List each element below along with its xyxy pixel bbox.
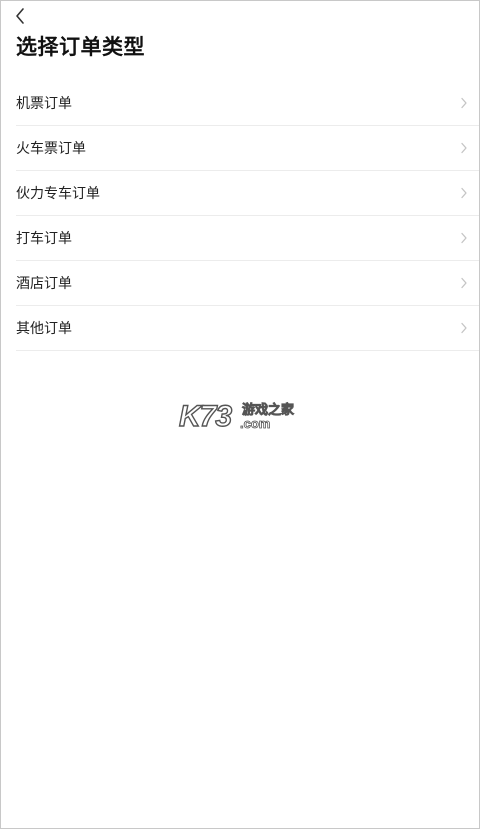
chevron-right-icon bbox=[459, 276, 469, 290]
order-type-label: 火车票订单 bbox=[16, 141, 86, 157]
order-type-list: 机票订单 火车票订单 伙力专车订单 打车订单 酒店订单 其他订单 bbox=[16, 81, 479, 351]
order-type-screen: 选择订单类型 机票订单 火车票订单 伙力专车订单 打车订单 酒店订单 其他订单 … bbox=[0, 0, 480, 829]
order-type-label: 打车订单 bbox=[16, 231, 72, 247]
chevron-right-icon bbox=[459, 141, 469, 155]
order-type-item-train[interactable]: 火车票订单 bbox=[16, 126, 479, 171]
back-button[interactable] bbox=[7, 3, 33, 29]
order-type-item-car-service[interactable]: 伙力专车订单 bbox=[16, 171, 479, 216]
chevron-right-icon bbox=[459, 321, 469, 335]
chevron-right-icon bbox=[459, 231, 469, 245]
order-type-item-hotel[interactable]: 酒店订单 bbox=[16, 261, 479, 306]
page-title: 选择订单类型 bbox=[16, 35, 145, 59]
order-type-item-other[interactable]: 其他订单 bbox=[16, 306, 479, 351]
chevron-right-icon bbox=[459, 186, 469, 200]
watermark-domain: .com bbox=[240, 416, 270, 431]
order-type-label: 机票订单 bbox=[16, 96, 72, 112]
order-type-label: 伙力专车订单 bbox=[16, 186, 100, 202]
chevron-right-icon bbox=[459, 96, 469, 110]
order-type-item-flight[interactable]: 机票订单 bbox=[16, 81, 479, 126]
watermark-brand: K73 bbox=[179, 400, 232, 433]
k73-watermark-logo: K73 游戏之家 .com bbox=[178, 399, 295, 433]
order-type-item-taxi[interactable]: 打车订单 bbox=[16, 216, 479, 261]
chevron-left-icon bbox=[16, 8, 24, 24]
order-type-label: 其他订单 bbox=[16, 321, 72, 337]
order-type-label: 酒店订单 bbox=[16, 276, 72, 292]
